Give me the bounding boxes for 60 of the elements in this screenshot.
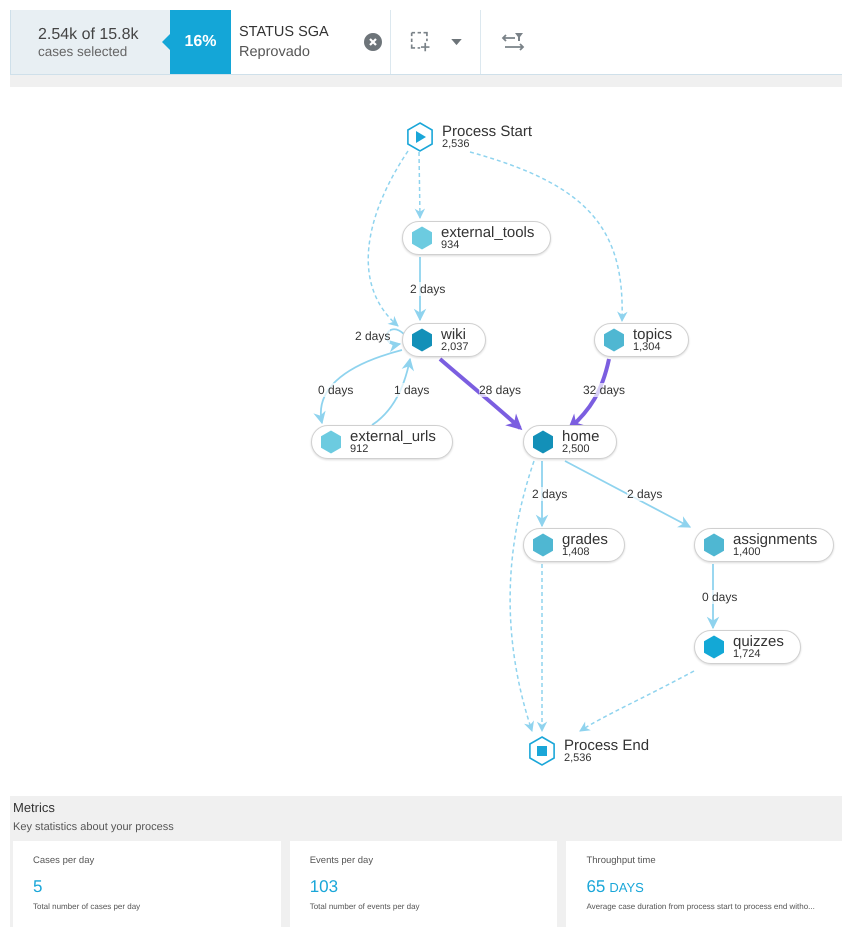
node-count: 1,304 (633, 342, 661, 353)
dashed-arrow (414, 152, 426, 220)
node-label: grades (562, 532, 608, 547)
node-label: home (562, 429, 600, 444)
node-count: 1,408 (562, 547, 590, 558)
filter-name: STATUS SGA (239, 24, 330, 40)
swap-filter-icon[interactable] (501, 31, 525, 53)
node-count: 912 (350, 444, 368, 455)
metric-value: 5 (33, 877, 42, 897)
activity-node[interactable]: wiki 2,037 (402, 323, 486, 357)
filter-value: Reprovado (239, 44, 311, 60)
stop-hexagon-icon (527, 735, 557, 767)
metric-description: Average case duration from process start to process end witho... (586, 902, 816, 911)
duration-label: 28 days (479, 383, 522, 397)
selection-caption: cases selected (38, 44, 128, 58)
selection-count: 2.54k of 15.8k (38, 26, 139, 44)
clear-icon[interactable] (364, 33, 382, 51)
metric-title: Throughput time (586, 855, 657, 866)
metric-unit: DAYS (609, 880, 644, 895)
activity-node[interactable]: topics 1,304 (594, 323, 690, 357)
node-count: 2,536 (442, 139, 471, 150)
node-count: 2,037 (441, 342, 469, 353)
node-count: 1,400 (733, 547, 761, 558)
metric-value: 103 (310, 877, 338, 897)
metrics-title: Metrics (13, 800, 56, 815)
node-label: quizzes (733, 634, 784, 649)
metric-description: Total number of events per day (310, 902, 421, 911)
duration-label: 1 days (394, 383, 430, 397)
node-count: 2,536 (564, 753, 593, 764)
node-label: wiki (441, 327, 466, 342)
metric-value: 65 (586, 877, 606, 897)
node-label: Process End (564, 738, 650, 753)
activity-node[interactable]: home 2,500 (523, 425, 617, 459)
node-label: Process Start (442, 124, 532, 139)
play-hexagon-icon (405, 121, 435, 153)
node-label: topics (633, 327, 672, 342)
metric-description: Total number of cases per day (33, 902, 142, 911)
activity-node[interactable]: external_urls 912 (311, 425, 453, 459)
metric-title: Events per day (310, 855, 374, 866)
caret-icon[interactable] (451, 38, 462, 46)
node-count: 934 (441, 240, 460, 251)
duration-label: 0 days (702, 590, 738, 604)
duration-label: 2 days (627, 487, 662, 501)
node-label: external_urls (350, 429, 436, 444)
duration-label: 32 days (583, 383, 626, 397)
metric-title: Cases per day (33, 855, 96, 866)
metrics-subtitle: Key statistics about your process (13, 821, 175, 833)
node-label: external_tools (441, 225, 534, 240)
activity-node[interactable]: quizzes 1,724 (694, 630, 801, 664)
percent-badge: 16% (170, 10, 231, 74)
duration-label: 2 days (355, 329, 390, 343)
duration-label: 2 days (410, 282, 446, 296)
activity-node[interactable]: assignments 1,400 (694, 528, 834, 562)
node-count: 2,500 (562, 444, 591, 455)
activity-node[interactable]: grades 1,408 (523, 528, 625, 562)
duration-label: 0 days (318, 383, 354, 397)
duration-label: 2 days (532, 487, 568, 501)
node-label: assignments (733, 532, 818, 547)
node-count: 1,724 (733, 649, 761, 660)
activity-node[interactable]: external_tools 934 (402, 221, 552, 255)
